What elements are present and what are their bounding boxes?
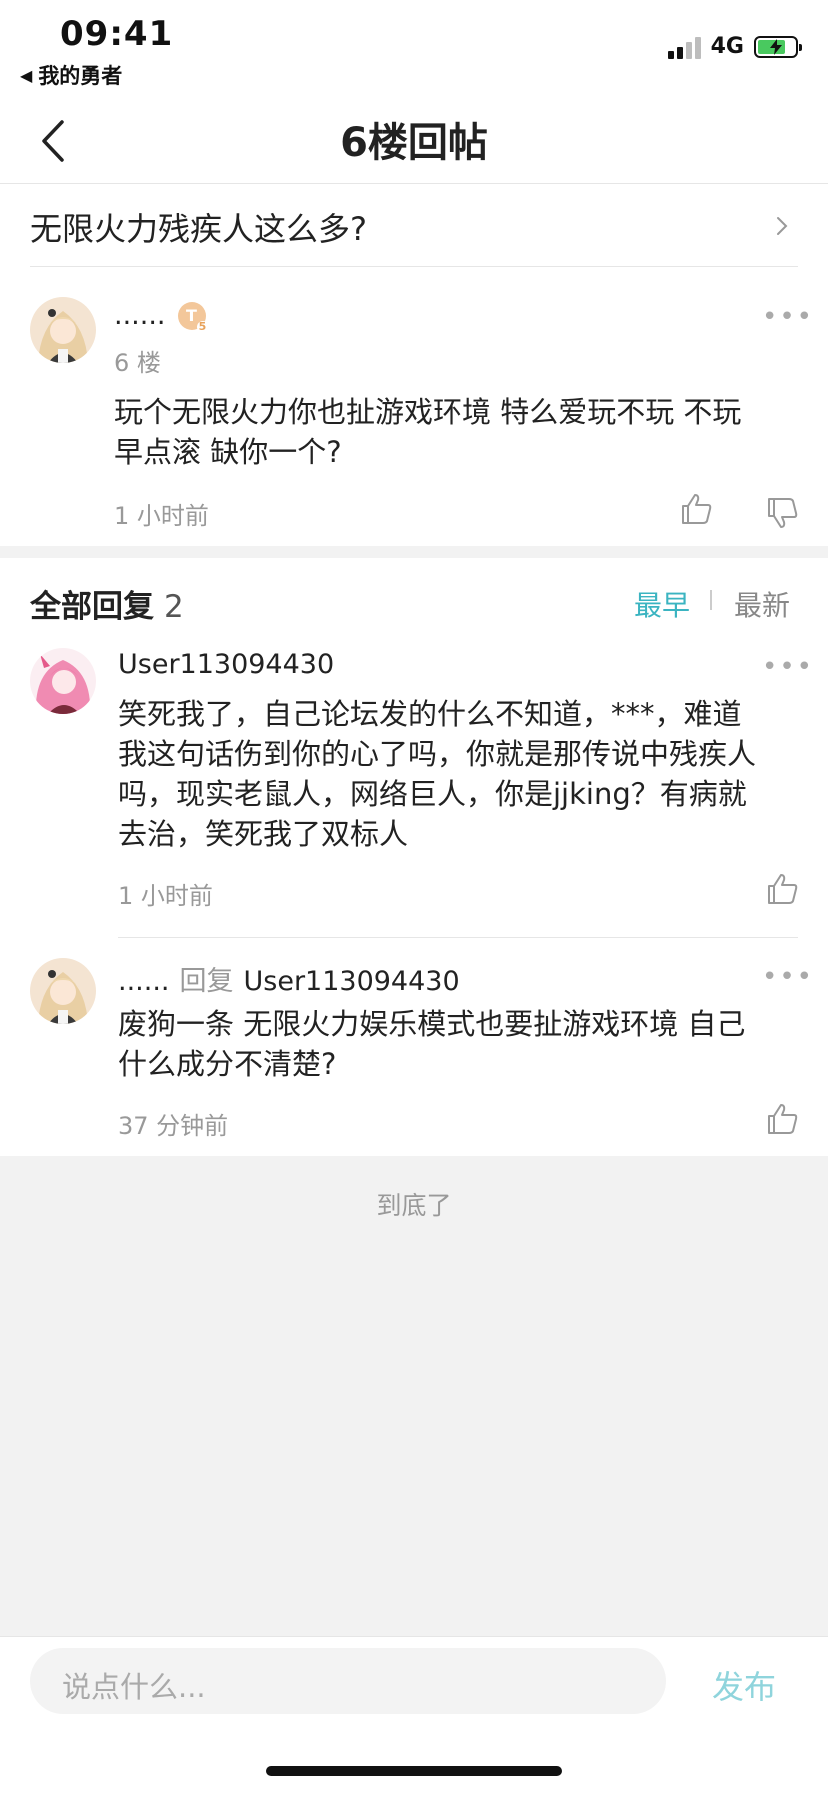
back-to-app[interactable]: ◀ 我的勇者 (20, 60, 122, 90)
reply-content: 废狗一条 无限火力娱乐模式也要扯游戏环境 自己 什么成分不清楚? (118, 1007, 746, 1081)
reply-divider (118, 937, 798, 938)
signal-icon (667, 35, 701, 59)
post-content: 玩个无限火力你也扯游戏环境 特么爱玩不玩 不玩 早点滚 缺你一个? (114, 395, 742, 469)
thread-divider (30, 266, 798, 267)
status-time: 09:41 (60, 14, 174, 54)
thumb-up-icon[interactable] (680, 492, 714, 526)
reply-author[interactable]: User113094430 (118, 649, 334, 680)
thumb-up-icon[interactable] (766, 1102, 800, 1136)
sort-latest-tab[interactable]: 最新 (734, 584, 790, 624)
more-dots-icon[interactable]: ••• (762, 302, 814, 332)
reply-author-row: ...... 回复 User113094430 (118, 959, 460, 998)
end-of-list-text: 到底了 (376, 1191, 452, 1220)
home-indicator (266, 1766, 562, 1776)
post-time: 1 小时前 (114, 502, 209, 530)
chevron-right-icon[interactable] (774, 214, 790, 238)
floor-number: 6 楼 (114, 349, 161, 377)
avatar[interactable] (30, 648, 96, 714)
reply-content: 笑死我了，自己论坛发的什么不知道，***，难道 我这句话伤到你的心了吗，你就是那… (118, 697, 757, 851)
avatar[interactable] (30, 958, 96, 1024)
sort-earliest-tab[interactable]: 最早 (634, 584, 690, 624)
more-dots-icon[interactable]: ••• (762, 962, 814, 992)
level-badge: T5 (177, 301, 209, 333)
comment-placeholder: 说点什么... (62, 1670, 206, 1704)
status-indicators: 4G (667, 34, 802, 59)
replies-header: 全部回复 2 (30, 589, 184, 625)
thumb-down-icon[interactable] (766, 496, 800, 530)
section-gap (0, 546, 828, 558)
reply-time: 37 分钟前 (118, 1112, 229, 1140)
back-app-label: 我的勇者 (38, 64, 123, 88)
thumb-up-icon[interactable] (766, 872, 800, 906)
sort-divider (710, 590, 712, 610)
reply-word: 回复 (179, 966, 234, 997)
more-dots-icon[interactable]: ••• (762, 652, 814, 682)
avatar[interactable] (30, 297, 96, 363)
network-label: 4G (710, 34, 744, 59)
reply-time: 1 小时前 (118, 882, 213, 910)
publish-button[interactable]: 发布 (712, 1662, 776, 1708)
page-title: 6楼回帖 (340, 120, 488, 166)
list-end-area (0, 1156, 828, 1636)
thread-title[interactable]: 无限火力残疾人这么多? (30, 204, 367, 250)
back-triangle-icon: ◀ (20, 65, 33, 85)
post-author-row: ...... T5 (114, 300, 209, 333)
battery-icon (754, 35, 802, 58)
post-author[interactable]: ...... (114, 300, 166, 331)
reply-to-user[interactable]: User113094430 (244, 966, 460, 997)
reply-author[interactable]: ...... (118, 966, 170, 997)
